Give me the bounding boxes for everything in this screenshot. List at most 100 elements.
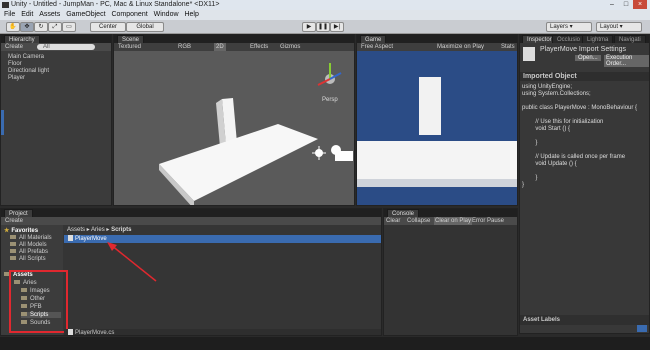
- tab-occlusion[interactable]: Occlusio: [552, 35, 586, 43]
- code-line: // Use this for initialization: [522, 119, 604, 125]
- annotation-box: [9, 270, 68, 333]
- persp-label: Persp: [322, 97, 338, 103]
- title-bar: Unity - Untitled - JumpMan - PC, Mac & L…: [0, 0, 650, 10]
- code-line: void Update () {: [522, 161, 577, 167]
- menu-help[interactable]: Help: [184, 10, 198, 20]
- tab-console[interactable]: Console: [387, 209, 420, 217]
- inspector-title: PlayerMove Import Settings: [540, 46, 626, 53]
- asset-labels-header: Asset Labels: [520, 315, 649, 325]
- code-line: void Start () {: [522, 126, 571, 132]
- project-panel: Project Create ★ Favorites All Materials …: [0, 208, 382, 336]
- project-create-button[interactable]: Create: [5, 217, 23, 225]
- play-button[interactable]: ▶: [302, 22, 316, 32]
- pause-button[interactable]: ❚❚: [316, 22, 330, 32]
- minimize-icon[interactable]: –: [605, 0, 619, 9]
- scene-panel: Scene Textured RGB 2D Effects Gizmos Per…: [113, 34, 355, 206]
- console-clear-button[interactable]: Clear: [386, 217, 400, 225]
- console-panel: Console Clear Collapse Clear on Play Err…: [383, 208, 518, 336]
- script-file-icon: [68, 329, 73, 335]
- tab-lightmapping[interactable]: Lightma: [582, 35, 614, 43]
- code-line: }: [522, 182, 525, 188]
- code-line: }: [522, 140, 538, 146]
- star-icon: ★: [4, 228, 10, 234]
- shading-dropdown[interactable]: Textured: [118, 43, 141, 51]
- favorite-item[interactable]: All Materials: [10, 235, 52, 241]
- render-mode-dropdown[interactable]: RGB: [178, 43, 191, 51]
- menu-component[interactable]: Component: [111, 10, 147, 20]
- favorites-header[interactable]: ★ Favorites: [4, 227, 38, 234]
- script-icon: [523, 47, 535, 61]
- menu-gameobject[interactable]: GameObject: [66, 10, 105, 20]
- code-line: using UnityEngine;: [522, 84, 573, 90]
- tab-navigation[interactable]: Navigati: [614, 35, 646, 43]
- console-clear-on-play-toggle[interactable]: Clear on Play: [434, 217, 473, 225]
- maximize-on-play-toggle[interactable]: Maximize on Play: [437, 43, 484, 51]
- imported-object-header: Imported Object: [520, 72, 649, 81]
- space-toggle[interactable]: Global: [126, 22, 164, 32]
- window-title: Unity - Untitled - JumpMan - PC, Mac & L…: [11, 1, 220, 8]
- unity-logo-icon: [2, 2, 9, 8]
- mode-2d-toggle[interactable]: 2D: [214, 43, 226, 51]
- status-bar: [0, 337, 650, 350]
- menu-window[interactable]: Window: [154, 10, 179, 20]
- favorite-item[interactable]: All Prefabs: [10, 249, 48, 255]
- annotation-arrow: [107, 242, 157, 282]
- hierarchy-search-input[interactable]: All: [37, 44, 95, 50]
- tab-project[interactable]: Project: [4, 209, 33, 217]
- game-panel: Game Free Aspect Maximize on Play Stats: [356, 34, 518, 206]
- console-collapse-button[interactable]: Collapse: [407, 217, 430, 225]
- inspector-panel: Inspector Occlusio Lightma Navigati Play…: [519, 34, 650, 334]
- step-button[interactable]: ▶|: [330, 22, 344, 32]
- tab-scene[interactable]: Scene: [117, 35, 145, 43]
- execution-order-button[interactable]: Execution Order...: [604, 55, 649, 67]
- hierarchy-item[interactable]: Main Camera: [8, 54, 44, 60]
- code-line: using System.Collections;: [522, 91, 591, 97]
- hierarchy-item[interactable]: Directional light: [8, 68, 49, 74]
- menu-file[interactable]: File: [4, 10, 15, 20]
- hierarchy-item[interactable]: Floor: [8, 61, 22, 67]
- game-viewport: [357, 77, 517, 205]
- tag-icon[interactable]: [637, 325, 647, 332]
- aspect-dropdown[interactable]: Free Aspect: [361, 43, 393, 51]
- hierarchy-item[interactable]: Player: [8, 75, 25, 81]
- breadcrumb: Assets ▸ Aries ▸ Scripts: [67, 227, 132, 233]
- hierarchy-panel: Hierarchy Create All Main Camera Floor D…: [0, 34, 112, 206]
- favorite-item[interactable]: All Scripts: [10, 256, 46, 262]
- rect-tool-icon[interactable]: ▭: [62, 22, 76, 32]
- hierarchy-create-button[interactable]: Create: [5, 43, 23, 51]
- tab-hierarchy[interactable]: Hierarchy: [4, 35, 40, 43]
- scene-gizmo[interactable]: [317, 63, 342, 86]
- rotate-tool-icon[interactable]: ↻: [34, 22, 48, 32]
- project-status-bar: PlayerMove.cs: [64, 329, 381, 335]
- scene-viewport[interactable]: [114, 51, 355, 206]
- console-error-pause-toggle[interactable]: Error Pause: [472, 217, 504, 225]
- breadcrumb-item[interactable]: Assets: [67, 227, 85, 233]
- breadcrumb-item[interactable]: Aries: [91, 227, 105, 233]
- gizmos-dropdown[interactable]: Gizmos: [280, 43, 300, 51]
- code-line: public class PlayerMove : MonoBehaviour …: [522, 105, 638, 111]
- code-line: }: [522, 175, 538, 181]
- breadcrumb-item[interactable]: Scripts: [111, 227, 131, 233]
- scale-tool-icon[interactable]: ⤢: [48, 22, 62, 32]
- close-icon[interactable]: ×: [633, 0, 647, 9]
- effects-dropdown[interactable]: Effects: [250, 43, 268, 51]
- sun-icon: [312, 146, 326, 160]
- menu-assets[interactable]: Assets: [39, 10, 60, 20]
- camera-icon: [331, 145, 353, 161]
- favorite-item[interactable]: All Models: [10, 242, 47, 248]
- layout-dropdown[interactable]: Layout ▾: [596, 22, 642, 32]
- hand-tool-icon[interactable]: ✋: [6, 22, 20, 32]
- script-file-icon: [68, 235, 73, 242]
- open-button[interactable]: Open...: [575, 55, 601, 61]
- stats-toggle[interactable]: Stats: [501, 43, 515, 51]
- script-preview: using UnityEngine; using System.Collecti…: [522, 84, 647, 234]
- pivot-toggle[interactable]: Center: [90, 22, 126, 32]
- layers-dropdown[interactable]: Layers ▾: [546, 22, 592, 32]
- resize-handle[interactable]: [1, 110, 4, 135]
- tab-game[interactable]: Game: [360, 35, 387, 43]
- code-line: // Update is called once per frame: [522, 154, 626, 160]
- menu-edit[interactable]: Edit: [21, 10, 33, 20]
- move-tool-icon[interactable]: ✥: [20, 22, 34, 32]
- menu-bar: File Edit Assets GameObject Component Wi…: [0, 10, 650, 20]
- maximize-icon[interactable]: □: [619, 0, 633, 9]
